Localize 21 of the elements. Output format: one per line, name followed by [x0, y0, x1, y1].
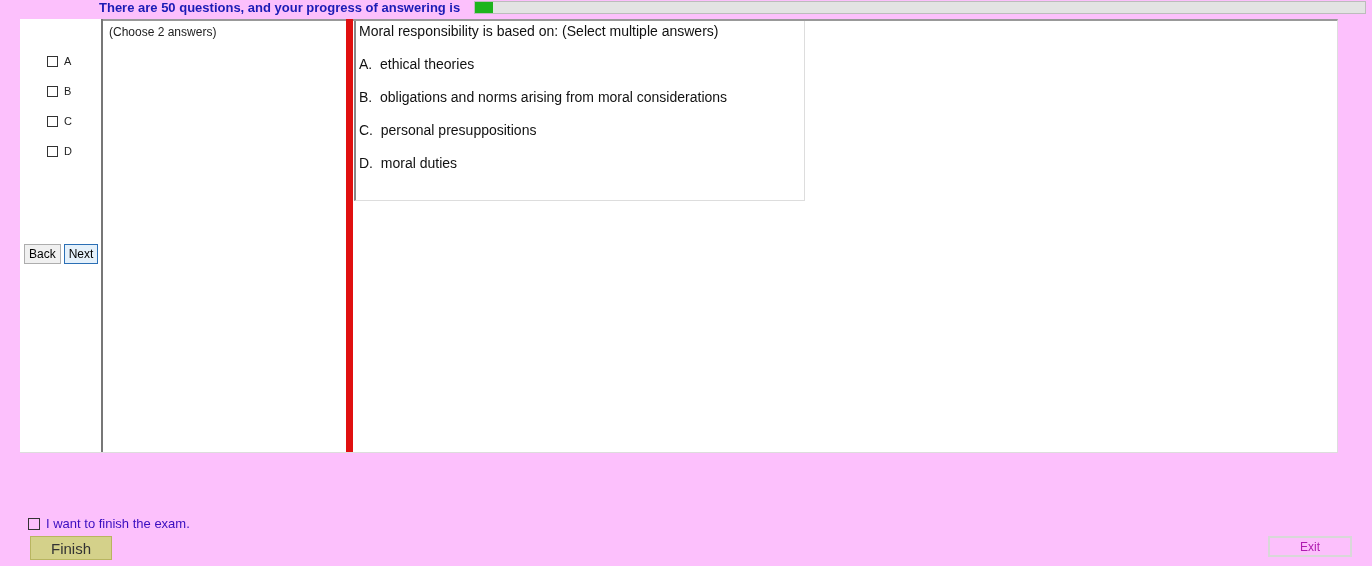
answer-checkbox[interactable]	[47, 55, 58, 67]
finish-checkbox[interactable]	[28, 517, 40, 530]
answer-option: B. obligations and norms arising from moral considerations	[359, 89, 801, 106]
next-button[interactable]: Next	[63, 244, 99, 264]
finish-button[interactable]: Finish	[30, 536, 112, 560]
answer-option: A. ethical theories	[359, 56, 801, 73]
answer-option: D. moral duties	[359, 155, 801, 172]
answer-checkbox[interactable]	[47, 145, 58, 157]
answer-checkbox[interactable]	[47, 115, 58, 127]
exit-button[interactable]: Exit	[1268, 536, 1352, 557]
option-label: C	[64, 115, 72, 127]
option-label: B	[64, 85, 72, 97]
answer-option: C. personal presuppositions	[359, 122, 801, 139]
option-label: D	[64, 145, 72, 157]
option-label: A	[64, 55, 72, 67]
answer-checkbox[interactable]	[47, 85, 58, 97]
progress-label: There are 50 questions, and your progress of answering is	[99, 0, 461, 15]
back-button[interactable]: Back	[24, 244, 61, 264]
finish-label: I want to finish the exam.	[46, 516, 190, 531]
question-text: Moral responsibility is based on: (Select multiple answers)	[359, 23, 720, 40]
instruction-text: (Choose 2 answers)	[109, 25, 217, 39]
